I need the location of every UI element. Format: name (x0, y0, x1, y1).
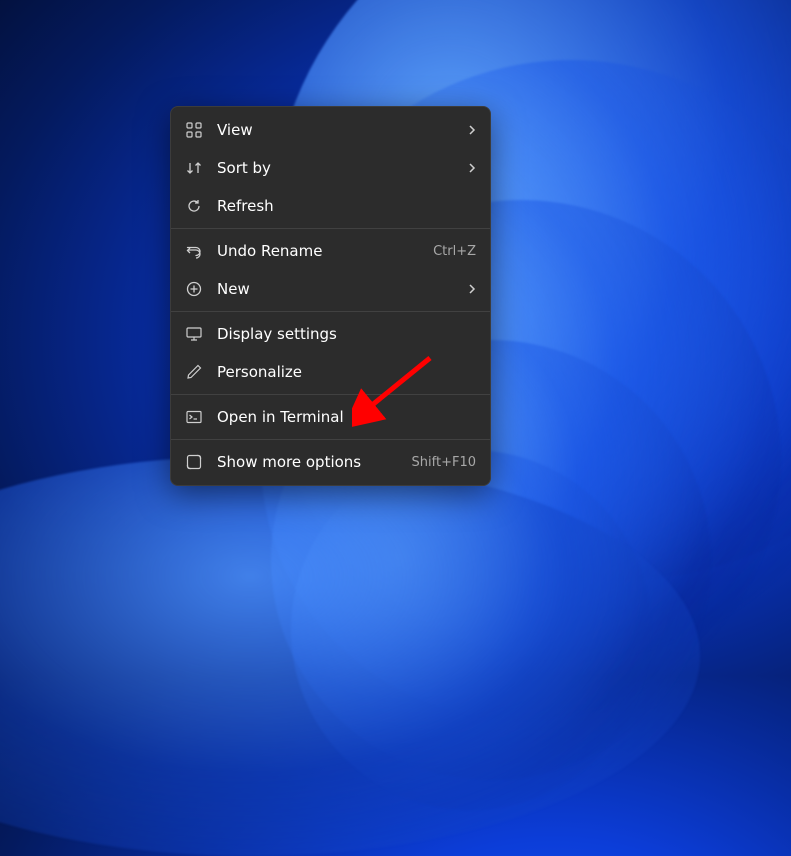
menu-label: Show more options (217, 453, 404, 471)
more-options-icon (185, 453, 203, 471)
menu-shortcut: Ctrl+Z (433, 244, 476, 259)
menu-item-sort-by[interactable]: Sort by (171, 149, 490, 187)
terminal-icon (185, 408, 203, 426)
menu-label: View (217, 121, 460, 139)
menu-separator (171, 439, 490, 440)
menu-label: Undo Rename (217, 242, 425, 260)
personalize-icon (185, 363, 203, 381)
menu-item-personalize[interactable]: Personalize (171, 353, 490, 391)
menu-separator (171, 228, 490, 229)
chevron-right-icon (468, 283, 476, 295)
menu-label: Refresh (217, 197, 476, 215)
new-icon (185, 280, 203, 298)
menu-item-open-in-terminal[interactable]: Open in Terminal (171, 398, 490, 436)
menu-label: Display settings (217, 325, 476, 343)
menu-item-refresh[interactable]: Refresh (171, 187, 490, 225)
menu-label: New (217, 280, 460, 298)
chevron-right-icon (468, 124, 476, 136)
menu-label: Open in Terminal (217, 408, 476, 426)
menu-separator (171, 394, 490, 395)
refresh-icon (185, 197, 203, 215)
menu-label: Sort by (217, 159, 460, 177)
desktop-context-menu: View Sort by Refresh (170, 106, 491, 486)
menu-item-view[interactable]: View (171, 111, 490, 149)
sort-icon (185, 159, 203, 177)
menu-separator (171, 311, 490, 312)
menu-item-undo-rename[interactable]: Undo Rename Ctrl+Z (171, 232, 490, 270)
menu-shortcut: Shift+F10 (412, 455, 476, 470)
menu-item-show-more-options[interactable]: Show more options Shift+F10 (171, 443, 490, 481)
menu-item-new[interactable]: New (171, 270, 490, 308)
undo-icon (185, 242, 203, 260)
chevron-right-icon (468, 162, 476, 174)
menu-item-display-settings[interactable]: Display settings (171, 315, 490, 353)
menu-label: Personalize (217, 363, 476, 381)
display-icon (185, 325, 203, 343)
view-icon (185, 121, 203, 139)
